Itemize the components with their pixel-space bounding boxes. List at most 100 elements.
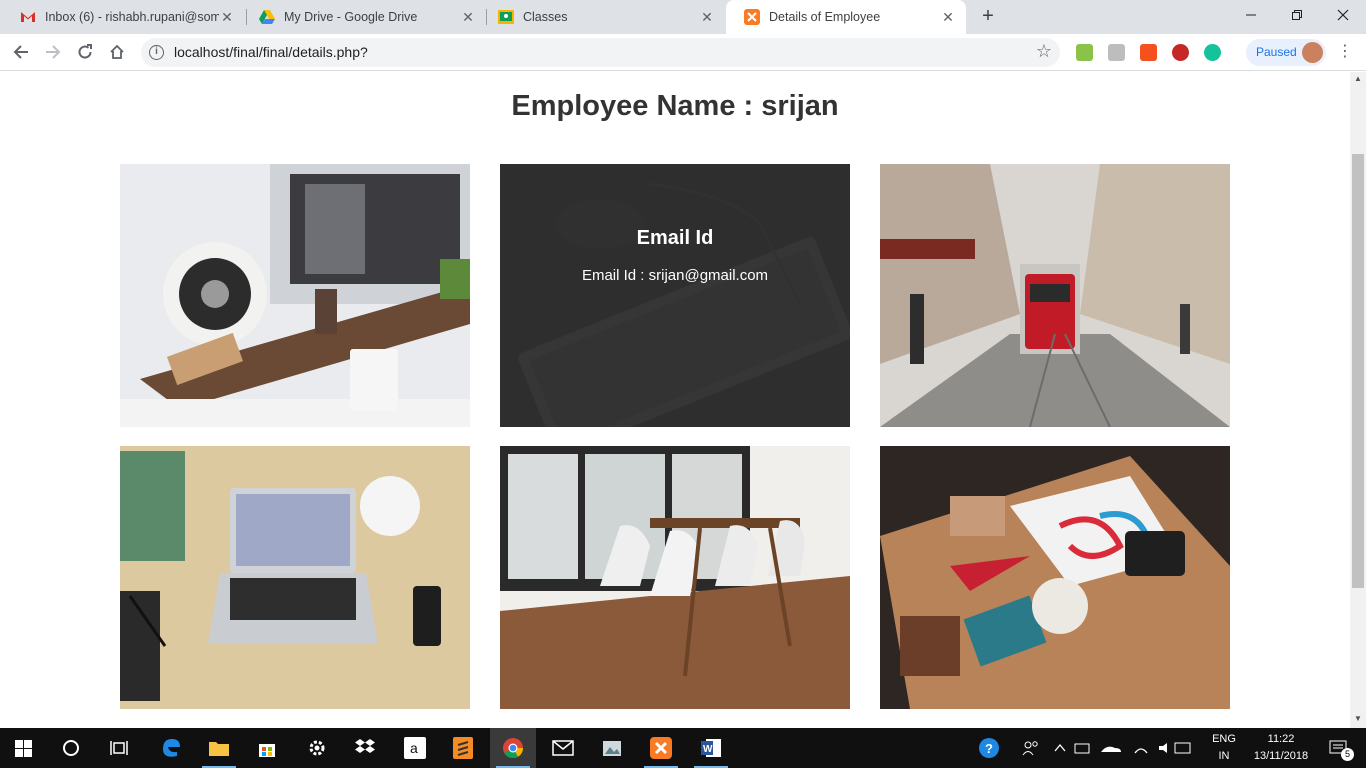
laptop-desk-photo — [120, 446, 470, 709]
xampp-icon — [744, 9, 760, 25]
region-indicator[interactable]: IN — [1204, 750, 1244, 762]
scrollbar-thumb[interactable] — [1352, 154, 1364, 588]
browser-toolbar: i localhost/final/final/details.php? ☆ P… — [0, 34, 1366, 71]
tab-gmail[interactable]: Inbox (6) - rishabh.rupani@soma ✕ — [2, 0, 245, 34]
close-tab-icon[interactable]: ✕ — [460, 9, 476, 25]
photos-taskbar-button[interactable] — [590, 728, 636, 768]
settings-taskbar-button[interactable] — [294, 728, 340, 768]
word-icon: W — [701, 739, 721, 757]
info-icon[interactable]: i — [149, 45, 164, 60]
word-taskbar-button[interactable]: W — [688, 728, 734, 768]
scroll-down-arrow-icon[interactable]: ▼ — [1354, 714, 1362, 723]
dropbox-icon — [355, 739, 375, 753]
forward-arrow-icon — [46, 45, 61, 59]
address-bar[interactable]: i localhost/final/final/details.php? ☆ — [141, 38, 1060, 67]
card-overlay: Email Id Email Id : srijan@gmail.com — [500, 164, 850, 427]
bookmark-star-icon[interactable]: ☆ — [1036, 41, 1052, 62]
gallery-card-laptop[interactable] — [120, 446, 470, 709]
profile-paused-button[interactable]: Paused — [1246, 39, 1326, 66]
overlay-email-text: Email Id : srijan@gmail.com — [581, 267, 769, 284]
language-indicator[interactable]: ENG — [1204, 733, 1244, 745]
home-button[interactable] — [103, 38, 131, 66]
paused-label: Paused — [1256, 45, 1297, 59]
google-drive-icon — [259, 9, 275, 25]
help-icon: ? — [979, 738, 999, 758]
clock-date[interactable]: 13/11/2018 — [1248, 750, 1314, 762]
store-icon — [259, 744, 275, 757]
mail-taskbar-button[interactable] — [540, 728, 586, 768]
dropbox-taskbar-button[interactable] — [342, 728, 388, 768]
gallery-card-street-tram[interactable] — [880, 164, 1230, 427]
tab-google-drive[interactable]: My Drive - Google Drive ✕ — [241, 0, 486, 34]
extension-50-icon[interactable] — [1076, 44, 1093, 61]
amazon-taskbar-button[interactable]: a — [392, 728, 438, 768]
svg-text:?: ? — [985, 741, 993, 756]
back-button[interactable] — [7, 38, 35, 66]
tab-label: Inbox (6) - rishabh.rupani@soma — [45, 10, 219, 24]
gmail-icon — [20, 9, 36, 25]
chrome-taskbar-button[interactable] — [490, 728, 536, 768]
page-content: Employee Name : srijan Email Id Email Id… — [0, 72, 1350, 728]
clock-time[interactable]: 11:22 — [1248, 733, 1314, 745]
close-tab-icon[interactable]: ✕ — [940, 9, 956, 25]
task-view-icon — [110, 741, 128, 755]
desk-speaker-photo — [120, 164, 470, 427]
sublime-taskbar-button[interactable] — [440, 728, 486, 768]
close-tab-icon[interactable]: ✕ — [219, 9, 235, 25]
windows-taskbar: a W ? ENG IN 11:22 13/11/2018 5 — [0, 728, 1366, 768]
tab-details-of-employee[interactable]: Details of Employee ✕ — [726, 0, 966, 34]
help-tray-button[interactable]: ? — [966, 728, 1012, 768]
menu-icon[interactable]: ⋮ — [1337, 42, 1353, 62]
close-tab-icon[interactable]: ✕ — [699, 9, 715, 25]
amazon-icon: a — [404, 737, 426, 759]
chrome-icon — [503, 738, 524, 759]
windows-logo-icon — [14, 739, 32, 757]
file-explorer-taskbar-button[interactable] — [196, 728, 242, 768]
xampp-icon — [650, 737, 672, 759]
search-button[interactable] — [48, 728, 94, 768]
gear-icon — [309, 740, 325, 756]
new-tab-button[interactable]: + — [976, 5, 1000, 29]
xampp-taskbar-button[interactable] — [638, 728, 684, 768]
gallery-card-craft-table[interactable] — [880, 446, 1230, 709]
overlay-title: Email Id — [636, 227, 714, 249]
photos-icon — [603, 741, 621, 756]
action-center-button[interactable]: 5 — [1318, 728, 1358, 768]
back-arrow-icon — [13, 45, 28, 59]
reload-button[interactable] — [71, 38, 99, 66]
page-scrollbar[interactable]: ▲ ▼ — [1350, 72, 1366, 728]
tab-classes[interactable]: Classes ✕ — [480, 0, 725, 34]
classroom-icon — [498, 9, 514, 25]
people-icon — [1022, 741, 1038, 756]
task-view-button[interactable] — [96, 728, 142, 768]
craft-table-photo — [880, 446, 1230, 709]
gallery-card-chairs[interactable] — [500, 446, 850, 709]
street-tram-photo — [880, 164, 1230, 427]
forward-button[interactable] — [39, 38, 67, 66]
store-taskbar-button[interactable] — [244, 728, 290, 768]
reload-icon — [78, 44, 92, 59]
page-title: Employee Name : srijan — [511, 90, 839, 122]
restore-button[interactable] — [1274, 0, 1320, 30]
url-text[interactable]: localhost/final/final/details.php? — [174, 44, 368, 60]
minimize-button[interactable] — [1228, 0, 1274, 30]
adblock-icon[interactable] — [1172, 44, 1189, 61]
svg-text:a: a — [410, 740, 418, 756]
close-window-button[interactable] — [1320, 0, 1366, 30]
extension-lock-icon[interactable] — [1140, 44, 1157, 61]
scroll-up-arrow-icon[interactable]: ▲ — [1354, 74, 1362, 83]
mail-icon — [552, 740, 574, 756]
gallery-card-email[interactable]: Email Id Email Id : srijan@gmail.com — [500, 164, 850, 427]
tab-label: Details of Employee — [769, 10, 881, 24]
tab-label: My Drive - Google Drive — [284, 10, 418, 24]
system-tray-icons[interactable] — [1046, 728, 1196, 768]
avatar — [1302, 42, 1323, 63]
tab-strip: Inbox (6) - rishabh.rupani@soma ✕ My Dri… — [0, 0, 1366, 34]
edge-taskbar-button[interactable] — [148, 728, 194, 768]
start-button[interactable] — [0, 728, 46, 768]
sublime-text-icon — [453, 737, 473, 759]
shopping-cart-icon[interactable] — [1108, 44, 1125, 61]
gallery-card-desk-speaker[interactable] — [120, 164, 470, 427]
grammarly-icon[interactable] — [1204, 44, 1221, 61]
dining-chairs-photo — [500, 446, 850, 709]
